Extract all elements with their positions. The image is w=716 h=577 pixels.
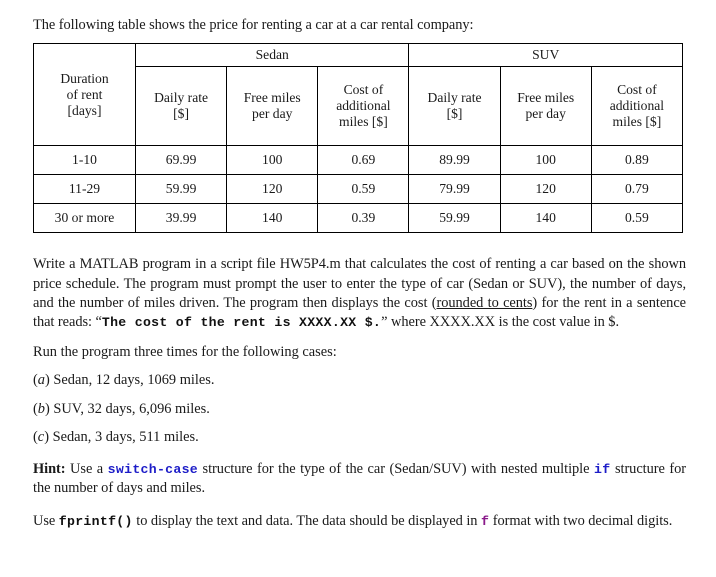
table-header-row-groups: Duration of rent [days] Sedan SUV [33,43,683,147]
subheader-suv-daily-rate: Daily rate [$] [408,66,501,147]
cell-sedan-daily: 59.99 [134,174,228,205]
duration-header-line2: of rent [66,86,103,102]
duration-header-line3: [days] [67,102,102,118]
table-row: 1-10 69.99 100 0.69 89.99 100 0.89 [33,145,684,176]
subheader-line2: [$] [173,106,189,122]
subheader-sedan-daily-rate: Daily rate [$] [134,66,228,147]
subheader-line1: Free miles [517,90,575,106]
hint-text-part2: structure for the type of the car (Sedan… [198,460,594,477]
subheader-line3: miles [$] [339,114,388,130]
duration-header-cell: Duration of rent [days] [33,43,136,147]
hint-paragraph: Hint: Use a switch-case structure for th… [33,460,686,498]
cell-sedan-daily: 39.99 [134,203,228,234]
f-format-specifier: f [481,514,490,530]
table-row: 11-29 59.99 120 0.59 79.99 120 0.79 [33,174,684,205]
cell-sedan-free: 120 [226,174,319,205]
subheader-line2: additional [336,98,391,114]
problem-statement-paragraph: Write a MATLAB program in a script file … [33,255,686,332]
case-letter: b [37,400,45,417]
cell-sedan-cost: 0.69 [317,145,410,176]
case-letter: a [37,371,45,388]
cell-sedan-cost: 0.59 [317,174,410,205]
cell-suv-free: 100 [499,145,592,176]
subheader-line2: [$] [446,106,463,122]
fprintf-text-part1: Use [33,513,59,530]
if-keyword: if [593,461,611,477]
rounded-to-cents-underline: rounded to cents [436,294,533,311]
group-header-sedan: Sedan [134,43,410,68]
switch-case-keyword: switch-case [107,461,199,477]
case-text: Sedan, 3 days, 511 miles. [48,429,199,446]
subheader-line3: miles [$] [612,114,662,130]
cell-sedan-free: 140 [226,203,319,234]
subheader-line2: per day [252,106,293,122]
cell-suv-free: 120 [499,174,592,205]
car-rental-price-table: Duration of rent [days] Sedan SUV Daily … [33,43,684,234]
fprintf-text-part2: to display the text and data. The data s… [132,513,481,530]
cell-suv-daily: 59.99 [408,203,501,234]
case-item-c: (c) Sedan, 3 days, 511 miles. [33,428,686,447]
subheader-line1: Cost of [343,82,384,98]
hint-text-part1: Use a [65,460,108,477]
cell-duration: 1-10 [33,145,136,176]
subheader-suv-additional-cost: Cost of additional miles [$] [590,66,684,147]
subheader-sedan-free-miles: Free miles per day [226,66,319,147]
problem-body: Write a MATLAB program in a script file … [33,255,686,531]
fprintf-text-part3: format with two decimal digits. [489,513,673,530]
fprintf-paragraph: Use fprintf() to display the text and da… [33,512,686,531]
document-page: The following table shows the price for … [0,0,716,577]
duration-header-line1: Duration [60,70,109,86]
problem-text-part3: ” where XXXX.XX is the cost value in $. [381,313,619,330]
case-text: SUV, 32 days, 6,096 miles. [49,400,210,417]
subheader-line2: per day [525,106,566,122]
fprintf-function-code: fprintf() [58,514,133,530]
subheader-line1: Cost of [617,82,657,98]
intro-paragraph: The following table shows the price for … [33,17,474,33]
case-item-a: (a) Sedan, 12 days, 1069 miles. [33,371,686,390]
group-header-suv: SUV [408,43,683,68]
subheader-line1: Daily rate [154,90,209,106]
cell-sedan-cost: 0.39 [317,203,410,234]
subheader-sedan-additional-cost: Cost of additional miles [$] [317,66,410,147]
table-row: 30 or more 39.99 140 0.39 59.99 140 0.59 [33,203,684,234]
case-text: Sedan, 12 days, 1069 miles. [49,371,215,388]
cell-suv-daily: 79.99 [408,174,501,205]
cell-suv-free: 140 [499,203,592,234]
cell-duration: 11-29 [33,174,136,205]
run-cases-lead: Run the program three times for the foll… [33,344,337,361]
cell-suv-cost: 0.79 [590,174,684,205]
case-item-b: (b) SUV, 32 days, 6,096 miles. [33,400,686,419]
hint-label: Hint: [33,460,66,477]
cell-sedan-daily: 69.99 [134,145,228,176]
subheader-line1: Daily rate [427,90,482,106]
cell-suv-cost: 0.89 [590,145,684,176]
subheader-line1: Free miles [243,90,301,106]
output-sentence-code: The cost of the rent is XXXX.XX $. [101,314,382,330]
cell-suv-daily: 89.99 [408,145,501,176]
subheader-line2: additional [609,98,665,114]
cell-duration: 30 or more [33,203,136,234]
cell-suv-cost: 0.59 [590,203,684,234]
subheader-suv-free-miles: Free miles per day [499,66,592,147]
cell-sedan-free: 100 [226,145,319,176]
